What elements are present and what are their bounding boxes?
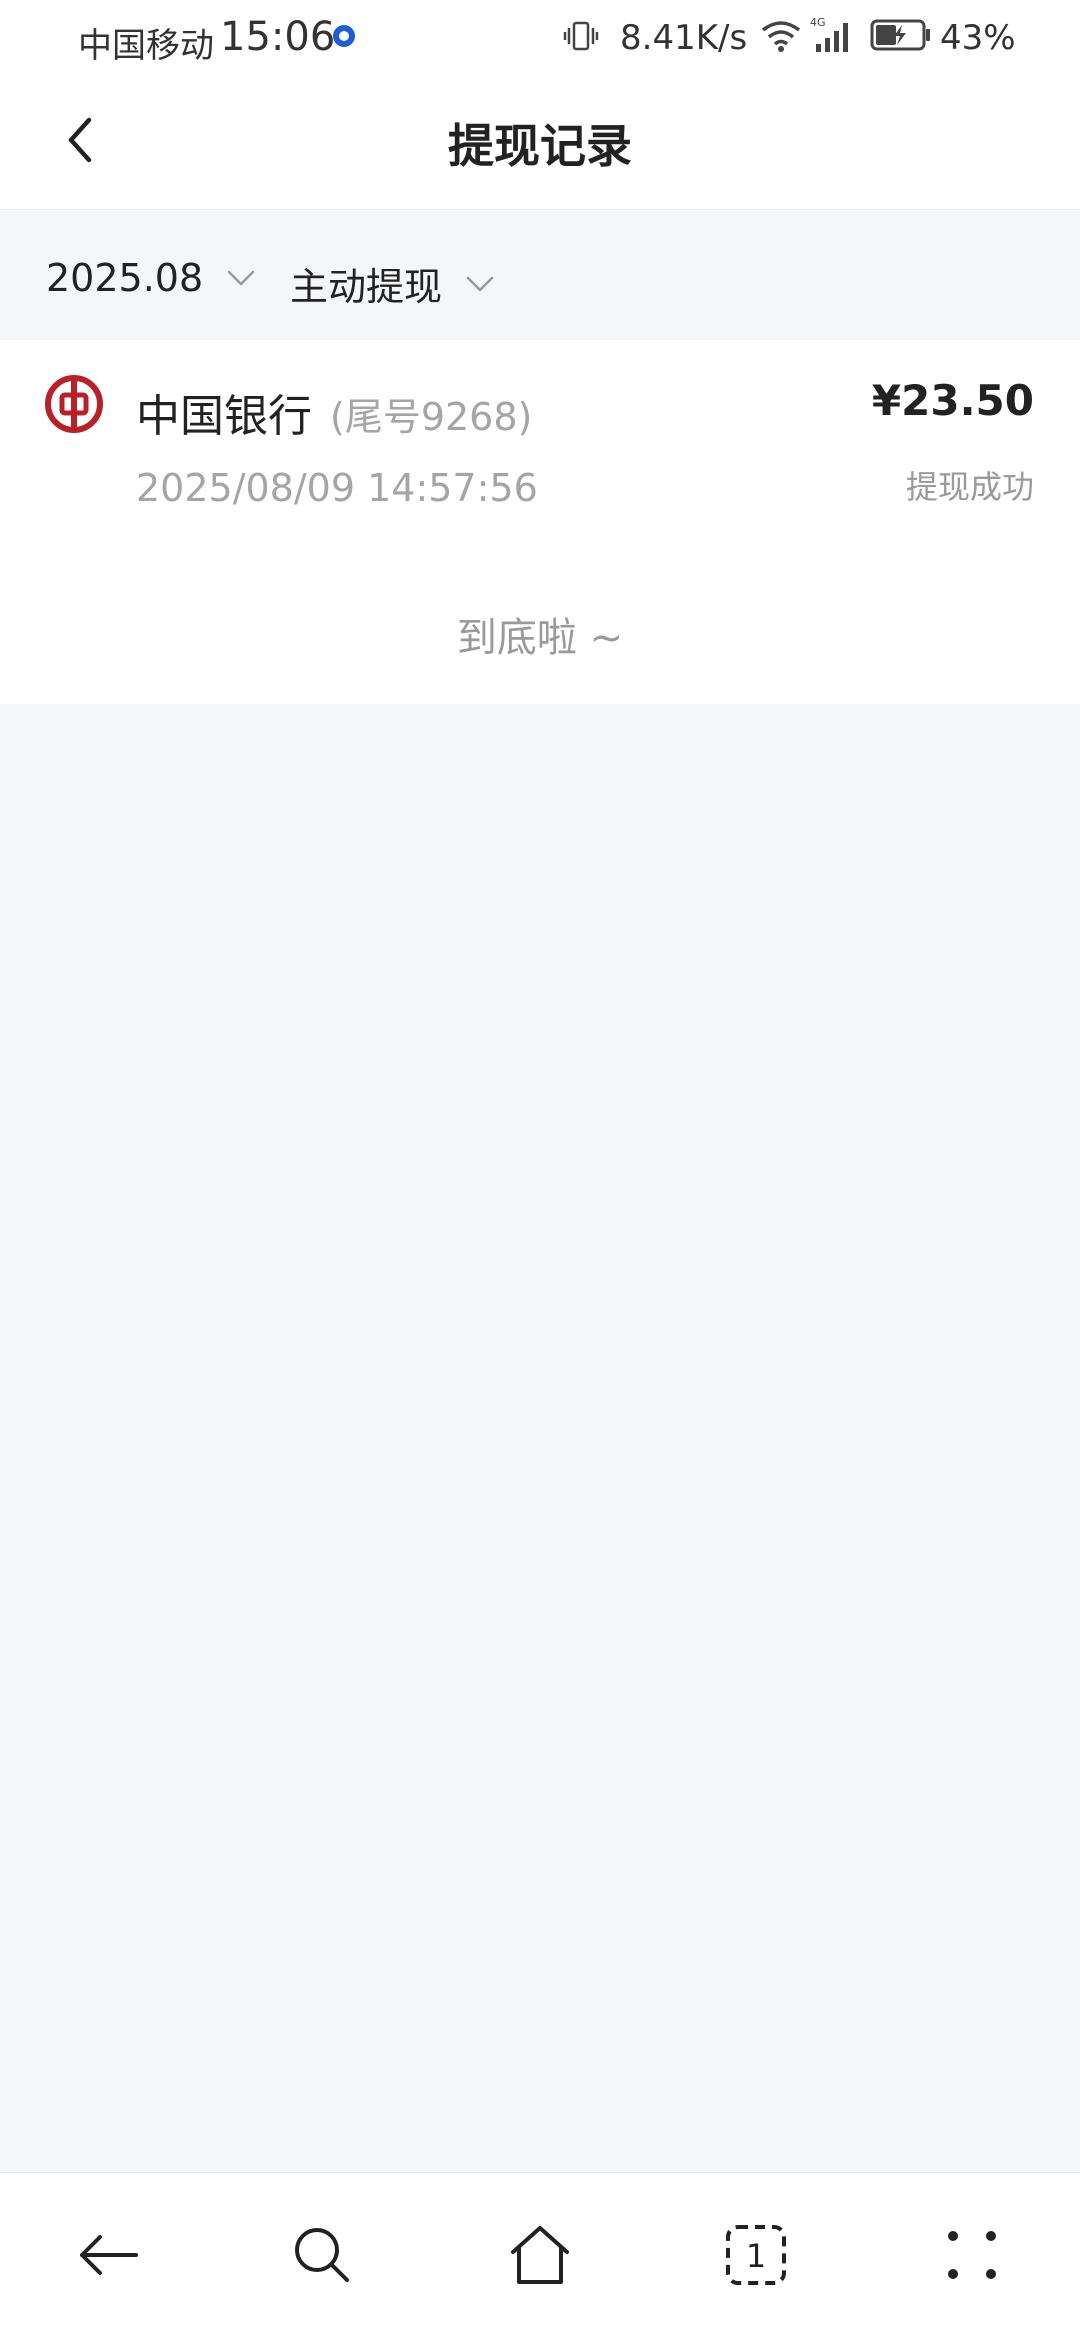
more-menu-button[interactable] — [932, 2215, 1012, 2295]
tab-count-label: 1 — [746, 2237, 766, 2275]
filter-bar: 2025.08 主动提现 — [0, 210, 1080, 340]
bank-name: 中国银行 — [136, 391, 312, 442]
type-filter-label: 主动提现 — [290, 265, 443, 309]
status-badge: 提现成功 — [905, 468, 1034, 506]
network-speed: 8.41K/s — [620, 18, 748, 58]
page-title: 提现记录 — [448, 119, 632, 173]
tabs-button[interactable]: 1 — [716, 2215, 796, 2295]
search-button[interactable] — [282, 2215, 362, 2295]
list-item[interactable]: 中国银行 (尾号9268) 2025/08/09 14:57:56 ¥23.50… — [0, 340, 1080, 540]
nav-bar: 提现记录 — [0, 72, 1080, 210]
search-icon — [295, 2228, 349, 2282]
tab-count-icon: 1 — [726, 2225, 786, 2285]
withdrawal-list: 中国银行 (尾号9268) 2025/08/09 14:57:56 ¥23.50… — [0, 340, 1080, 704]
month-filter-label: 2025.08 — [46, 256, 204, 300]
chevron-down-icon — [466, 276, 494, 291]
arrow-left-icon — [80, 2235, 138, 2275]
month-filter-dropdown[interactable]: 2025.08 — [46, 256, 255, 300]
vibrate-icon — [563, 21, 599, 51]
cell-signal-icon: 4G — [810, 16, 848, 52]
wifi-icon — [761, 21, 801, 52]
list-end-indicator: 到底啦 ~ — [456, 615, 624, 661]
record-timestamp: 2025/08/09 14:57:56 — [136, 466, 538, 510]
status-bar: 中国移动 15:06 8.41K/s 4G 43% — [0, 0, 1080, 72]
network-type-label: 4G — [810, 16, 826, 29]
battery-charging-icon — [870, 19, 930, 51]
home-icon — [511, 2226, 569, 2284]
chevron-down-icon — [227, 270, 255, 286]
battery-percent: 43% — [940, 18, 1016, 58]
more-dots-icon — [948, 2231, 996, 2279]
card-tail-number: (尾号9268) — [330, 395, 533, 439]
bank-of-china-logo-icon — [45, 375, 103, 433]
record-amount: ¥23.50 — [871, 376, 1034, 425]
browser-back-button[interactable] — [68, 2215, 148, 2295]
app-notification-icon — [333, 25, 355, 47]
home-button[interactable] — [500, 2215, 580, 2295]
carrier-name: 中国移动 — [78, 26, 214, 66]
clock: 15:06 — [220, 14, 336, 60]
type-filter-dropdown[interactable]: 主动提现 — [290, 256, 494, 311]
bottom-nav: 1 — [0, 2172, 1080, 2340]
